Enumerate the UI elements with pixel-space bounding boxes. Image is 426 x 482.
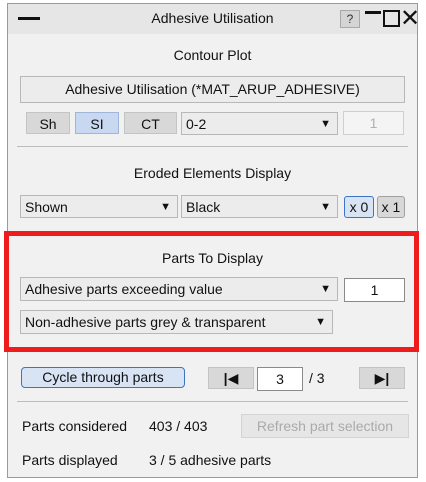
part-index-input[interactable]: 3	[257, 367, 303, 391]
dropdown-arrow-icon: ▼	[160, 201, 171, 213]
skip-first-icon: |◀	[223, 370, 239, 386]
eroded-heading: Eroded Elements Display	[133, 165, 292, 181]
dropdown-arrow-icon: ▼	[320, 118, 331, 130]
highlight-box	[4, 231, 419, 352]
close-icon[interactable]: ✕	[400, 6, 420, 30]
parts-considered-label: Parts considered	[22, 418, 128, 434]
cycle-through-parts-button[interactable]: Cycle through parts	[21, 367, 185, 388]
skip-last-button[interactable]: ▶|	[359, 367, 405, 389]
parts-displayed-label: Parts displayed	[22, 452, 118, 468]
title-bar[interactable]: Adhesive Utilisation ? ✕	[8, 4, 420, 34]
maximize-icon[interactable]	[383, 10, 400, 27]
parts-displayed-value: 3 / 5 adhesive parts	[149, 452, 272, 468]
eroded-display-dropdown[interactable]: Shown ▼	[20, 195, 178, 218]
minimize-icon[interactable]	[365, 11, 381, 14]
contour-range-input[interactable]: 1	[343, 111, 404, 135]
skip-last-icon: ▶|	[374, 370, 390, 386]
contour-range-dropdown[interactable]: 0-2 ▼	[181, 112, 338, 135]
eroded-color-value: Black	[186, 199, 221, 215]
x1-toggle[interactable]: x 1	[377, 196, 405, 218]
eroded-display-value: Shown	[25, 199, 68, 215]
ct-button[interactable]: CT	[124, 112, 177, 134]
contour-range-value: 0-2	[186, 116, 207, 132]
x0-toggle[interactable]: x 0	[344, 196, 374, 218]
part-total: / 3	[309, 370, 325, 386]
refresh-part-selection-button[interactable]: Refresh part selection	[241, 414, 409, 438]
contour-plot-heading: Contour Plot	[173, 47, 252, 63]
divider	[17, 401, 408, 402]
contour-component-selector[interactable]: Adhesive Utilisation (*MAT_ARUP_ADHESIVE…	[20, 76, 405, 103]
si-button[interactable]: SI	[75, 112, 119, 134]
eroded-color-dropdown[interactable]: Black ▼	[181, 195, 338, 218]
dropdown-arrow-icon: ▼	[320, 201, 331, 213]
skip-first-button[interactable]: |◀	[208, 367, 254, 389]
divider	[17, 146, 408, 147]
sh-button[interactable]: Sh	[26, 112, 70, 134]
parts-considered-value: 403 / 403	[149, 418, 208, 434]
help-button[interactable]: ?	[340, 10, 360, 28]
